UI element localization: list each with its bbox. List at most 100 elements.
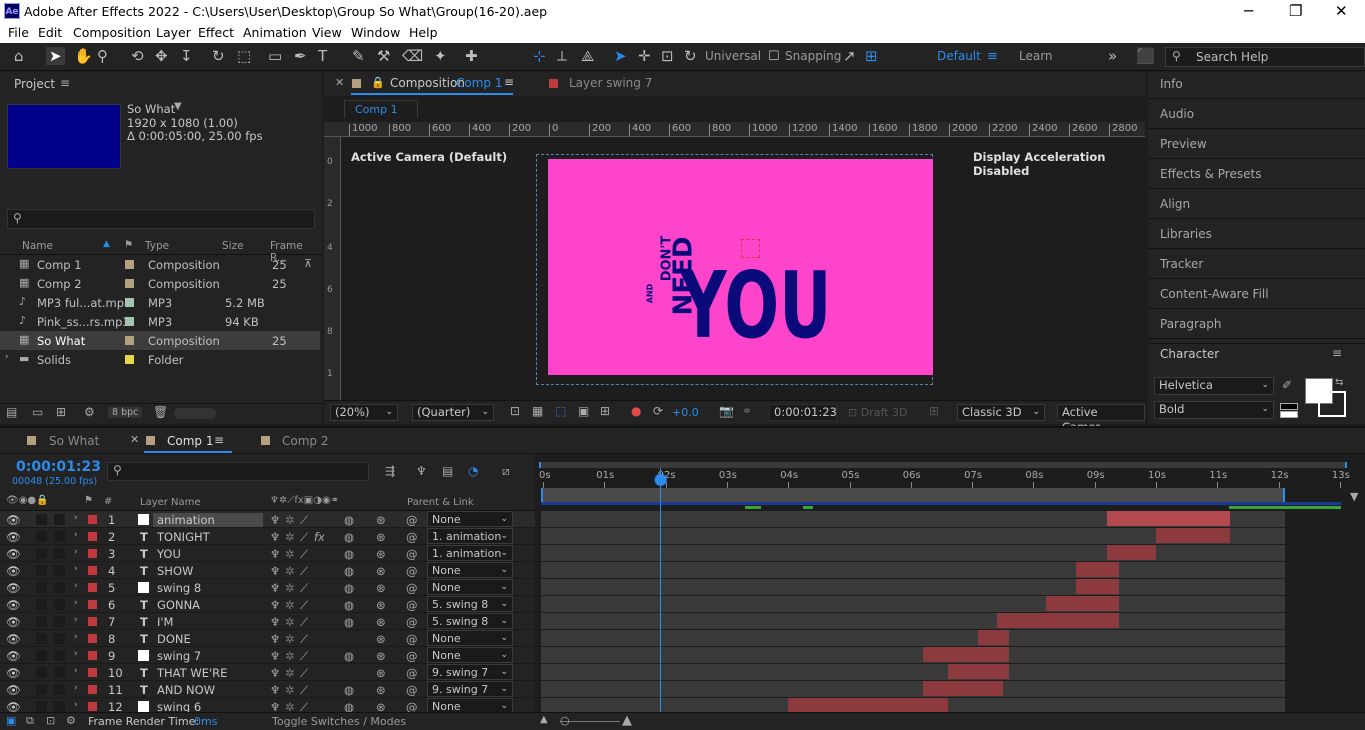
layer-row[interactable]: 👁 › 4 T SHOW ♆ ✲ ⟋ ◍ ⊛ @ None ⌄ [0,562,535,579]
timeline-tab-so-what[interactable]: So What [49,434,99,448]
stretch-icon[interactable]: ⚙ [66,714,76,727]
renderer-dropdown[interactable]: Classic 3D ⌄ [957,404,1045,421]
project-item[interactable]: ♪ MP3 ful...at.mp3 MP3 5.2 MB [0,293,320,312]
visibility-icon[interactable]: 👁 [6,530,21,544]
layer-name[interactable]: THAT WE'RE [157,666,227,680]
draft-3d-icon[interactable]: ♆ [416,464,427,478]
selection-tool-icon[interactable]: ➤ [46,47,65,65]
shy-switch-icon[interactable]: ♆ [270,666,280,680]
column-name[interactable]: Name [22,240,53,252]
timeline-tab-comp2[interactable]: Comp 2 [282,434,328,448]
collapse-switch-icon[interactable]: ✲ [285,530,295,544]
layer-duration-bar[interactable] [923,647,1009,662]
lock-switch[interactable] [54,684,65,695]
parent-dropdown[interactable]: None ⌄ [427,647,513,663]
current-time-indicator[interactable] [660,468,661,716]
shy-switch-icon[interactable]: ♆ [270,564,280,578]
layer-label-color[interactable] [88,685,97,694]
motion-blur-switch-icon[interactable]: ◍ [344,513,354,527]
project-panel-title[interactable]: Project [14,77,55,91]
resolution-dropdown[interactable]: (Quarter) ⌄ [412,404,494,421]
type-tool-icon[interactable]: T [318,47,327,65]
menu-window[interactable]: Window [351,25,400,40]
quality-switch-icon[interactable]: ⟋ [300,530,308,545]
solo-switch[interactable] [36,531,47,542]
quality-switch-icon[interactable]: ⟋ [300,564,308,579]
home-icon[interactable]: ⌂ [14,47,24,65]
breadcrumb-comp1[interactable]: Comp 1 [355,103,398,116]
close-tab-icon[interactable]: ✕ [335,76,344,89]
zoom-slider-thumb[interactable]: ○ [560,714,570,727]
lock-icon[interactable]: 🔒 [371,76,385,89]
visibility-icon[interactable]: 👁 [6,666,21,680]
motion-blur-switch-icon[interactable]: ◍ [344,581,354,595]
solo-switch[interactable] [36,565,47,576]
3d-layer-switch-icon[interactable]: ⊛ [376,547,386,561]
time-zoom-handle[interactable]: ▼ [1350,490,1358,503]
layer-duration-bar[interactable] [947,664,1009,679]
solo-switch[interactable] [36,684,47,695]
menu-view[interactable]: View [312,25,342,40]
parent-dropdown[interactable]: 5. swing 8 ⌄ [427,613,513,629]
quality-switch-icon[interactable]: ⟋ [300,666,308,681]
shy-switch-icon[interactable]: ♆ [270,632,280,646]
rotate-3d-icon[interactable]: ↻ [684,47,697,65]
layer-name[interactable]: SHOW [157,564,193,578]
frame-blending-icon[interactable]: ▤ [442,464,453,478]
column-type[interactable]: Type [145,240,169,252]
layer-duration-bar[interactable] [978,630,1009,645]
fast-previews-icon[interactable]: ⊡ [510,404,520,418]
quality-switch-icon[interactable]: ⟋ [300,683,308,698]
lock-switch[interactable] [54,531,65,542]
dolly-camera-icon[interactable]: ↧ [180,47,193,65]
search-help-field[interactable]: ⚲ Search Help [1165,47,1365,67]
expand-layer-icon[interactable]: › [74,649,78,659]
panel-info[interactable]: Info [1160,77,1183,91]
panel-content-aware-fill[interactable]: Content-Aware Fill [1160,287,1269,301]
font-style-dropdown[interactable]: Bold ⌄ [1154,401,1274,419]
layer-label-color[interactable] [88,651,97,660]
collapse-switch-icon[interactable]: ✲ [285,547,295,561]
visibility-icon[interactable]: 👁 [6,683,21,697]
menu-file[interactable]: File [8,25,29,40]
eyedropper-icon[interactable]: ✐ [1282,378,1292,392]
move-3d-icon[interactable]: ✛ [638,47,651,65]
panel-effects-presets[interactable]: Effects & Presets [1160,167,1261,181]
project-search-input[interactable]: ⚲ [7,209,315,229]
panel-libraries[interactable]: Libraries [1160,227,1212,241]
flowchart-icon[interactable]: ⊼ [304,257,312,270]
expand-folder-icon[interactable]: › [5,352,9,362]
sync-settings-icon[interactable]: ⬛ [1136,47,1155,65]
lock-switch[interactable] [54,633,65,644]
project-item[interactable]: ▦ So What Composition 25 [0,331,320,350]
layer-name[interactable]: AND NOW [157,683,215,697]
snap-feature-icon[interactable]: ⊞ [865,47,878,65]
layer-duration-bar[interactable] [788,698,948,713]
region-of-interest-icon[interactable]: ▣ [578,404,589,418]
project-item[interactable]: › ▬ Solids Folder [0,350,320,369]
pick-whip-icon[interactable]: @ [406,649,418,663]
expand-layer-icon[interactable]: › [74,615,78,625]
layer-viewer-tab[interactable]: Layer swing 7 [569,76,652,90]
solo-switch[interactable] [36,667,47,678]
show-snapshot-icon[interactable]: ⚭ [742,404,752,418]
label-color[interactable] [125,279,134,288]
3d-layer-switch-icon[interactable]: ⊛ [376,598,386,612]
pick-whip-icon[interactable]: @ [406,513,418,527]
minimize-icon[interactable]: ─ [1244,2,1253,20]
quality-switch-icon[interactable]: ⟋ [300,615,308,630]
expand-layer-icon[interactable]: › [74,683,78,693]
lock-switch[interactable] [54,548,65,559]
timeline-search-input[interactable]: ⚲ [107,462,369,481]
layer-name[interactable]: I'M [157,615,173,629]
expand-layer-icon[interactable]: › [74,547,78,557]
solo-switch[interactable] [36,701,47,712]
workspace-default[interactable]: Default [937,49,981,63]
layer-name[interactable]: TONIGHT [157,530,210,544]
character-panel-title[interactable]: Character [1160,347,1219,361]
transparency-grid-icon[interactable]: ▦ [532,404,543,418]
stroke-color-swatch[interactable] [1318,391,1346,417]
3d-view-dropdown[interactable]: Active Camer... [1057,404,1145,434]
render-icon[interactable]: ▣ [6,714,16,727]
view-axis-icon[interactable]: ⟁ [581,47,594,65]
